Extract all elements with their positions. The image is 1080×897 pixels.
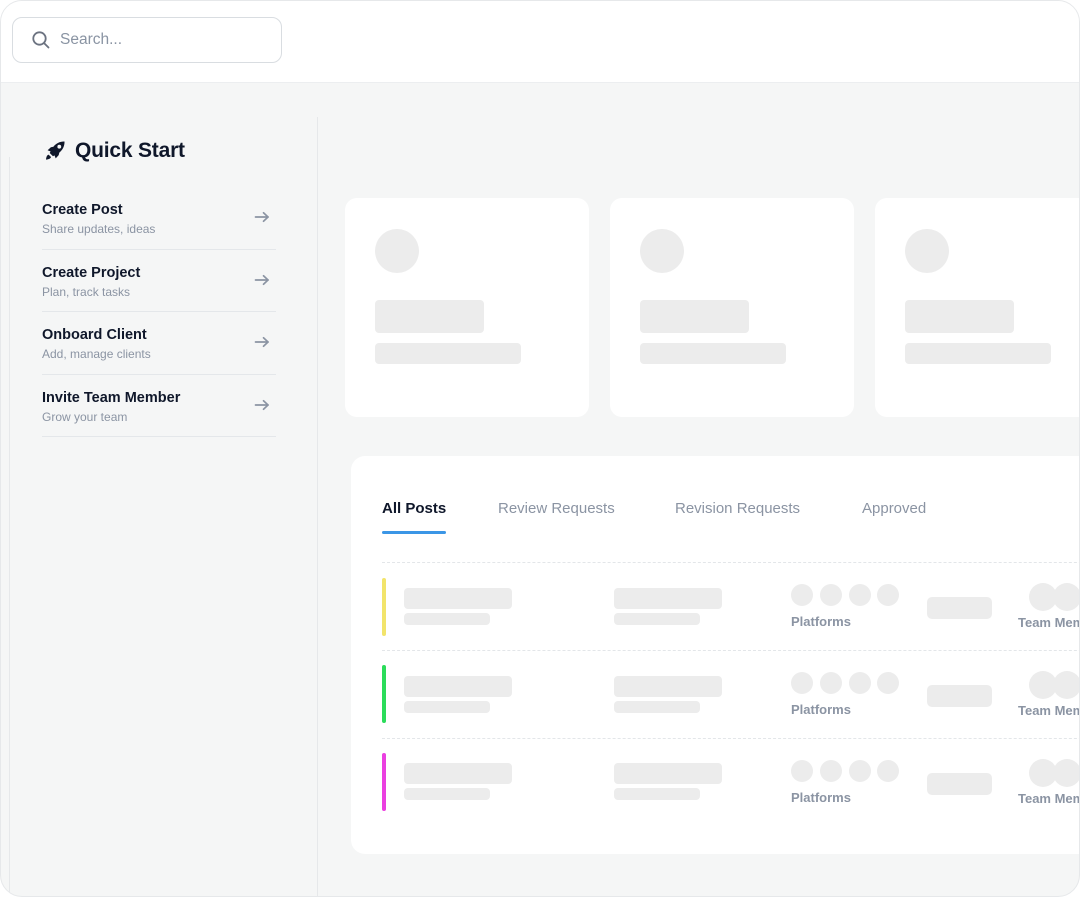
quick-start-heading: Quick Start [43,139,185,163]
status-color-bar [382,665,386,723]
quick-start-create-post[interactable]: Create Post Share updates, ideas [42,187,276,250]
skeleton-caption [640,343,786,364]
divider [382,562,1079,563]
skeleton-subtitle [614,701,700,713]
skeleton-caption [375,343,521,364]
quick-start-list: Create Post Share updates, ideas Create … [42,187,276,437]
stat-card [875,198,1079,417]
platforms-label: Platforms [791,790,851,805]
app-window: Quick Start Create Post Share updates, i… [0,0,1080,897]
skeleton-subtitle [614,788,700,800]
quick-start-item-title: Invite Team Member [42,389,181,406]
skeleton-subtitle [404,613,490,625]
skeleton-caption [905,343,1051,364]
arrow-right-icon [254,211,269,223]
top-bar [1,1,1079,83]
skeleton-value [375,300,484,333]
platform-icon-placeholder [877,760,899,782]
skeleton-avatar [905,229,949,273]
team-members-label: Team Members [1018,615,1079,630]
tab-approved[interactable]: Approved [862,500,926,517]
platform-icon-placeholder [849,584,871,606]
skeleton-title [404,588,512,609]
post-row[interactable]: Platforms Team Members [351,658,1079,746]
arrow-right-icon [254,399,269,410]
skeleton-title [614,763,722,784]
arrow-right-icon [254,336,269,348]
quick-start-item-title: Create Post [42,202,123,218]
skeleton-value [905,300,1014,333]
skeleton-title [614,588,722,609]
quick-start-item-subtitle: Grow your team [42,409,128,424]
platform-icon-placeholder [791,584,813,606]
divider [382,650,1079,651]
stat-card [345,198,589,417]
skeleton-status [927,597,992,619]
team-members-label: Team Members [1018,703,1079,718]
tab-all-posts[interactable]: All Posts [382,500,446,517]
skeleton-avatar [375,229,419,273]
platforms-label: Platforms [791,702,851,717]
skeleton-title [404,676,512,697]
search-icon [32,31,50,49]
platform-icon-placeholder [877,584,899,606]
search-input[interactable] [60,31,260,49]
platform-icon-placeholder [791,672,813,694]
platform-icon-placeholder [791,760,813,782]
post-row[interactable]: Platforms Team Members [351,746,1079,834]
sidebar-edge [9,157,10,896]
stat-card [610,198,854,417]
divider [382,738,1079,739]
skeleton-subtitle [404,788,490,800]
skeleton-avatar [640,229,684,273]
platform-icon-placeholder [877,672,899,694]
quick-start-item-title: Onboard Client [42,327,147,343]
quick-start-invite-team-member[interactable]: Invite Team Member Grow your team [42,375,276,437]
posts-panel: All Posts Review Requests Revision Reque… [351,456,1079,854]
skeleton-value [640,300,749,333]
search-box[interactable] [12,17,282,63]
skeleton-status [927,773,992,795]
quick-start-title: Quick Start [75,139,185,162]
skeleton-subtitle [614,613,700,625]
status-color-bar [382,753,386,811]
post-row[interactable]: Platforms Team Members [351,570,1079,658]
skeleton-subtitle [404,701,490,713]
platform-icon-placeholder [849,672,871,694]
platform-icon-placeholder [820,584,842,606]
quick-start-create-project[interactable]: Create Project Plan, track tasks [42,250,276,312]
team-avatar-placeholder [1053,759,1079,787]
skeleton-title [614,676,722,697]
team-avatar-placeholder [1053,583,1079,611]
platform-icon-placeholder [849,760,871,782]
platform-icon-placeholder [820,672,842,694]
tab-revision-requests[interactable]: Revision Requests [675,500,800,517]
tab-review-requests[interactable]: Review Requests [498,500,615,517]
status-color-bar [382,578,386,636]
skeleton-title [404,763,512,784]
rocket-icon [46,141,65,160]
team-avatar-placeholder [1053,671,1079,699]
team-members-label: Team Members [1018,791,1079,806]
quick-start-onboard-client[interactable]: Onboard Client Add, manage clients [42,312,276,375]
quick-start-item-subtitle: Share updates, ideas [42,222,156,236]
skeleton-status [927,685,992,707]
sidebar-divider [317,117,318,896]
active-tab-indicator [382,531,446,534]
quick-start-item-subtitle: Plan, track tasks [42,284,131,299]
arrow-right-icon [254,274,269,285]
quick-start-item-subtitle: Add, manage clients [42,347,151,361]
platforms-label: Platforms [791,614,851,629]
quick-start-item-title: Create Project [42,264,141,281]
platform-icon-placeholder [820,760,842,782]
